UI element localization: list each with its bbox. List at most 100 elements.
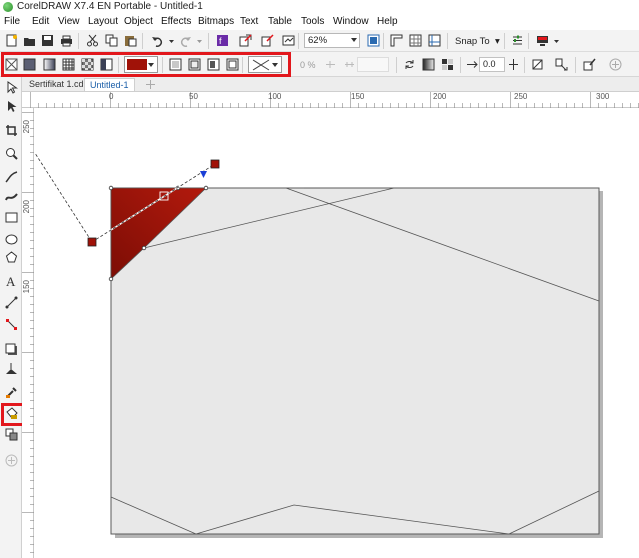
menu-help[interactable]: Help [377,16,398,27]
midpoint-field[interactable] [357,57,389,72]
show-rulers-icon[interactable] [389,33,404,48]
menu-window[interactable]: Window [333,16,369,27]
midpoint-icon[interactable] [342,57,357,72]
menu-table[interactable]: Table [268,16,292,27]
copy-fill-icon[interactable] [554,57,569,72]
show-guidelines-icon[interactable] [427,33,442,48]
spinner-icon[interactable] [506,57,521,72]
fountain-fill-icon[interactable] [42,57,57,72]
redo-icon[interactable] [178,33,193,48]
transparency-tool-icon[interactable] [4,361,19,376]
launcher-dropdown-icon[interactable] [549,33,564,48]
free-scale-skew-icon[interactable] [530,57,545,72]
uniform-fill-icon[interactable] [22,57,37,72]
transparency-slider-icon[interactable] [323,57,338,72]
print-icon[interactable] [59,33,74,48]
smart-fill-tool-icon[interactable] [4,427,19,442]
vertical-ruler[interactable]: 250 200 150 [22,108,34,558]
linear-fill-icon[interactable] [187,57,202,72]
parallel-dimension-tool-icon[interactable] [4,295,19,310]
zoom-level-dropdown[interactable]: 62% [304,33,360,48]
drawing-surface[interactable] [35,109,639,558]
horizontal-ruler[interactable]: 0 50 100 150 200 250 300 [22,92,639,108]
drop-shadow-tool-icon[interactable] [4,342,19,357]
open-folder-icon[interactable] [22,33,37,48]
fill-start-handle[interactable] [87,237,97,247]
tab-sertifikat[interactable]: Sertifikat 1.cdr [24,78,92,91]
menu-effects[interactable]: Effects [161,16,191,27]
flat-fill-transparency-icon[interactable] [168,57,183,72]
pick-tool-icon[interactable] [4,80,19,95]
snap-to-dropdown[interactable]: Snap To ▾ [455,36,500,47]
elliptical-fill-icon[interactable] [206,57,221,72]
coreldraw-logo-icon [3,2,13,12]
ellipse-tool-icon[interactable] [4,232,19,247]
page[interactable] [110,187,600,535]
menu-edit[interactable]: Edit [32,16,49,27]
full-screen-preview-icon[interactable] [366,33,381,48]
fill-gradient-icon[interactable] [421,57,436,72]
menu-view[interactable]: View [58,16,80,27]
menu-file[interactable]: File [4,16,20,27]
tab-untitled[interactable]: Untitled-1 [84,78,135,91]
paste-icon[interactable] [123,33,138,48]
search-content-icon[interactable]: f [215,33,230,48]
connector-tool-icon[interactable] [4,317,19,332]
edit-fill-icon[interactable] [582,57,597,72]
node-handle[interactable] [141,245,147,251]
fill-color-picker[interactable] [124,56,158,73]
menu-bitmaps[interactable]: Bitmaps [198,16,234,27]
node-handle[interactable] [108,276,114,282]
vector-pattern-fill-icon[interactable] [61,57,76,72]
undo-icon[interactable] [150,33,165,48]
interactive-fill-tool-icon[interactable] [4,406,19,421]
fill-end-handle[interactable] [210,159,220,169]
square-fill-icon[interactable] [225,57,240,72]
menu-layout[interactable]: Layout [88,16,118,27]
options-icon[interactable] [510,33,525,48]
reverse-fill-icon[interactable] [402,57,417,72]
menu-object[interactable]: Object [124,16,153,27]
eyedropper-tool-icon[interactable] [4,385,19,400]
add-toolbar-button-icon[interactable] [608,57,623,72]
acceleration-icon[interactable] [465,57,480,72]
node-handle[interactable] [203,185,209,191]
copy-icon[interactable] [104,33,119,48]
node-handle[interactable] [108,185,114,191]
two-color-pattern-fill-icon[interactable] [99,57,114,72]
toolbar-separator [142,33,143,49]
publish-pdf-icon[interactable] [281,33,296,48]
freehand-tool-icon[interactable] [4,170,19,185]
zoom-tool-icon[interactable] [4,146,19,161]
export-icon[interactable] [260,33,275,48]
polygon-tool-icon[interactable] [4,250,19,265]
fill-direction-arrow-icon[interactable] [200,171,207,178]
import-icon[interactable] [238,33,253,48]
cut-icon[interactable] [85,33,100,48]
new-document-icon[interactable] [4,33,19,48]
add-tool-plus-icon[interactable] [4,453,19,468]
menu-bar: File Edit View Layout Object Effects Bit… [0,15,639,30]
drawing-canvas[interactable] [35,109,639,558]
no-fill-icon[interactable] [4,57,19,72]
show-grid-icon[interactable] [408,33,423,48]
merge-mode-dropdown[interactable] [248,56,282,73]
toolbar-separator [524,57,525,73]
redo-dropdown-icon[interactable] [192,33,207,48]
undo-dropdown-icon[interactable] [164,33,179,48]
menu-tools[interactable]: Tools [301,16,324,27]
smooth-color-blend-icon[interactable] [440,57,455,72]
save-icon[interactable] [40,33,55,48]
crop-tool-icon[interactable] [4,123,19,138]
acceleration-field[interactable]: 0.0 [479,57,505,72]
new-tab-plus-icon[interactable] [143,77,158,92]
artistic-media-tool-icon[interactable] [4,189,19,204]
application-launcher-icon[interactable] [535,33,550,48]
toolbar-separator [78,33,79,49]
bitmap-pattern-fill-icon[interactable] [80,57,95,72]
rectangle-tool-icon[interactable] [4,210,19,225]
text-tool-icon[interactable]: A [4,273,19,288]
transparency-value: 0 % [300,60,316,70]
shape-tool-icon[interactable] [4,99,19,114]
menu-text[interactable]: Text [240,16,258,27]
